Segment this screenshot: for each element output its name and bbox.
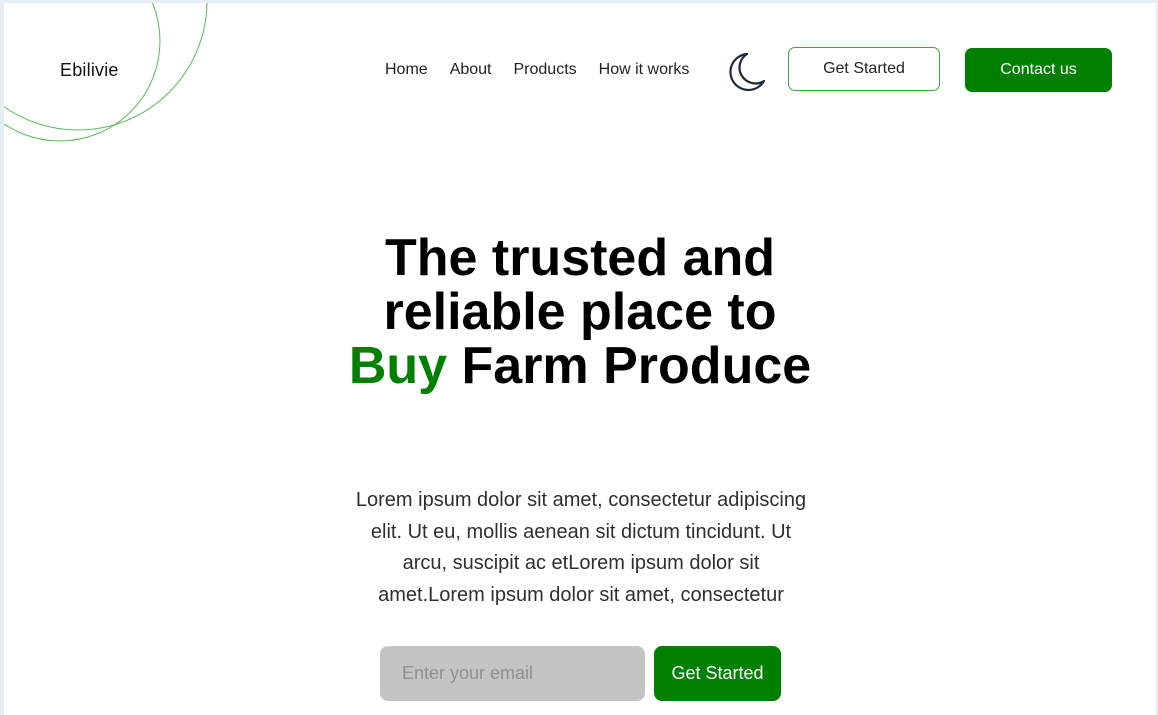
main-nav: Home About Products How it works	[385, 61, 711, 79]
email-input[interactable]	[380, 646, 645, 701]
header-get-started-button[interactable]: Get Started	[788, 47, 940, 91]
hero-title: The trusted and reliable place to Buy Fa…	[330, 231, 830, 393]
hero-title-part1: The trusted and reliable place to	[383, 229, 777, 341]
hero-title-part2: Farm Produce	[461, 337, 812, 395]
hero-description: Lorem ipsum dolor sit amet, consectetur …	[355, 489, 807, 606]
theme-toggle-button[interactable]	[728, 51, 768, 93]
logo[interactable]: Ebilivie	[60, 60, 119, 81]
hero-title-accent: Buy	[348, 337, 448, 395]
contact-us-button[interactable]: Contact us	[965, 48, 1112, 92]
hero-get-started-button[interactable]: Get Started	[654, 646, 781, 701]
nav-link-about[interactable]: About	[450, 61, 492, 79]
nav-link-products[interactable]: Products	[514, 61, 577, 79]
moon-icon	[729, 52, 766, 92]
nav-link-how-it-works[interactable]: How it works	[599, 61, 690, 79]
landing-page: Ebilivie Home About Products How it work…	[4, 3, 1156, 715]
nav-link-home[interactable]: Home	[385, 61, 428, 79]
